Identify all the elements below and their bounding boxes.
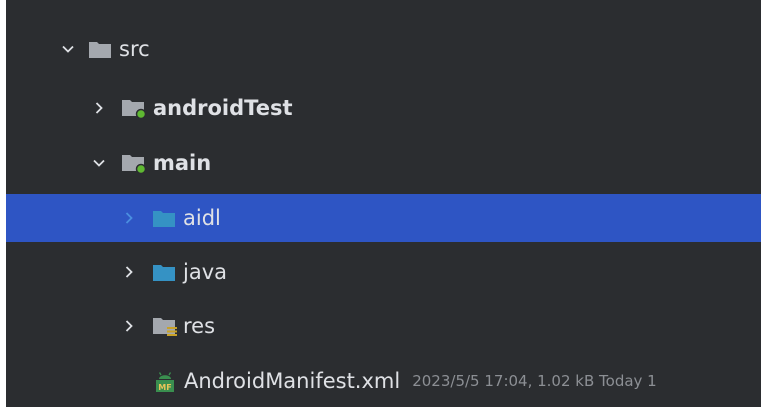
- tree-node-label: res: [183, 314, 216, 338]
- project-tree: src androidTest main aidl java res MF An…: [6, 0, 761, 407]
- chevron-down-icon[interactable]: [92, 156, 106, 170]
- svg-text:MF: MF: [158, 383, 171, 392]
- source-root-folder-icon: [152, 208, 176, 228]
- source-folder-icon: [121, 152, 147, 174]
- tree-node-androidtest[interactable]: androidTest: [6, 84, 761, 132]
- resources-folder-icon: [152, 315, 178, 337]
- source-root-folder-icon: [152, 262, 176, 282]
- folder-icon: [88, 39, 112, 59]
- chevron-down-icon[interactable]: [61, 42, 75, 56]
- tree-node-aidl[interactable]: aidl: [6, 194, 761, 242]
- tree-node-label: aidl: [183, 206, 221, 230]
- tree-node-java[interactable]: java: [6, 248, 761, 296]
- tree-node-src[interactable]: src: [6, 25, 761, 73]
- manifest-file-icon: MF: [153, 369, 177, 393]
- tree-node-label: main: [153, 151, 212, 175]
- chevron-right-icon[interactable]: [122, 265, 136, 279]
- tree-node-label: androidTest: [153, 96, 293, 120]
- tree-node-label: AndroidManifest.xml: [184, 369, 401, 393]
- file-meta-info: 2023/5/5 17:04, 1.02 kB Today 1: [412, 372, 657, 390]
- tree-node-android-manifest[interactable]: MF AndroidManifest.xml 2023/5/5 17:04, 1…: [6, 357, 761, 405]
- tree-node-label: java: [183, 260, 227, 284]
- tree-node-label: src: [119, 37, 150, 61]
- test-source-folder-icon: [121, 97, 147, 119]
- chevron-right-icon[interactable]: [92, 101, 106, 115]
- chevron-right-icon[interactable]: [122, 211, 136, 225]
- tree-node-main[interactable]: main: [6, 139, 761, 187]
- tree-node-res[interactable]: res: [6, 302, 761, 350]
- chevron-right-icon[interactable]: [122, 319, 136, 333]
